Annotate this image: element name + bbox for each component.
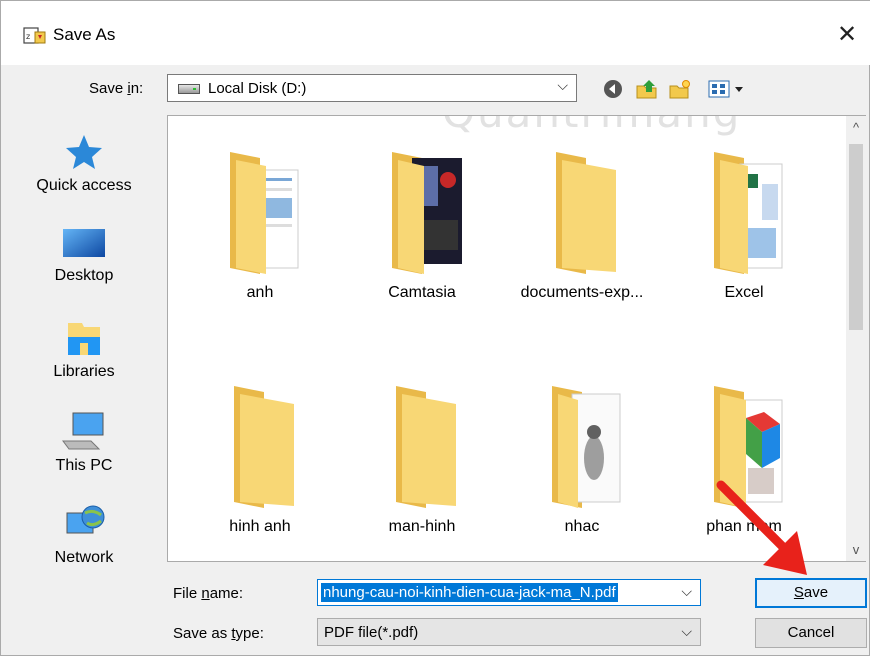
places-sidebar: Quick access Desktop Libraries This PC N…	[13, 115, 155, 590]
save-in-label: Save in:	[89, 80, 143, 97]
view-menu-icon[interactable]	[707, 78, 751, 100]
close-icon: ✕	[836, 21, 858, 48]
libraries-icon	[68, 323, 100, 355]
folder-name: documents-exp...	[520, 284, 644, 301]
save-in-label-text: Save	[89, 80, 128, 97]
folder-name: hinh anh	[229, 518, 291, 535]
folder-item[interactable]: man-hinh	[352, 368, 492, 548]
sidebar-item-label: Desktop	[54, 267, 114, 284]
file-name-input[interactable]: nhung-cau-noi-kinh-dien-cua-jack-ma_N.pd…	[317, 579, 701, 606]
folder-item[interactable]: Camtasia	[352, 134, 492, 314]
save-in-dropdown[interactable]: Local Disk (D:) ⌵	[167, 74, 577, 102]
save-as-type-label: Save as type:	[173, 625, 264, 642]
folder-name: nhac	[564, 518, 600, 535]
sidebar-item-label: This PC	[55, 457, 113, 474]
up-folder-icon[interactable]	[635, 78, 659, 100]
file-name-label: File name:	[173, 585, 243, 602]
file-name-label-text-end: ame:	[209, 585, 244, 602]
scroll-down-icon[interactable]: v	[846, 542, 866, 557]
sidebar-item-label: Libraries	[53, 363, 115, 380]
drive-icon	[178, 84, 200, 94]
save-in-value: Local Disk (D:)	[208, 80, 307, 97]
folder-name: Excel	[724, 284, 764, 301]
save-in-label-text-end: n:	[130, 80, 144, 97]
sidebar-item-label: Network	[54, 549, 114, 566]
folder-with-image-icon	[552, 386, 621, 508]
title-bar: z Save As ✕	[1, 1, 870, 65]
folder-icon	[234, 386, 294, 508]
file-name-label-accesskey: n	[201, 585, 210, 602]
save-as-app-icon: z	[23, 27, 46, 44]
save-as-type-select[interactable]: PDF file(*.pdf) ⌵	[317, 618, 701, 646]
sidebar-item-network[interactable]: Network	[13, 503, 155, 567]
sidebar-item-libraries[interactable]: Libraries	[13, 319, 155, 381]
sidebar-item-desktop[interactable]: Desktop	[13, 227, 155, 285]
folder-name: Camtasia	[388, 284, 456, 301]
folder-item[interactable]: hinh anh	[190, 368, 330, 548]
sidebar-item-label: Quick access	[36, 177, 132, 194]
computer-icon	[62, 412, 104, 450]
save-as-type-value: PDF file(*.pdf)	[324, 624, 419, 641]
folder-name: man-hinh	[388, 518, 456, 535]
sidebar-item-this-pc[interactable]: This PC	[13, 411, 155, 475]
cancel-button[interactable]: Cancel	[755, 618, 867, 648]
close-button[interactable]: ✕	[829, 19, 865, 51]
desktop-icon	[63, 229, 105, 257]
folder-with-documents-icon	[230, 152, 299, 274]
folder-with-spreadsheets-icon	[714, 152, 783, 274]
folder-icon	[556, 152, 616, 274]
network-icon	[66, 505, 105, 534]
annotation-arrow-icon	[716, 480, 807, 575]
folder-with-media-icon	[392, 152, 462, 274]
dialog-title: Save As	[53, 25, 116, 44]
vertical-scrollbar[interactable]: ^ v	[846, 115, 866, 562]
folder-icon	[396, 386, 456, 508]
folder-name: anh	[246, 284, 274, 301]
folder-item[interactable]: anh	[190, 134, 330, 314]
chevron-down-icon[interactable]: ⌵	[681, 583, 692, 600]
folder-item[interactable]: nhac	[512, 368, 652, 548]
save-as-dialog: z Save As ✕ Save in: Local Disk (D:) ⌵ Q…	[0, 0, 870, 656]
star-icon	[66, 135, 102, 169]
folder-item[interactable]: Excel	[674, 134, 814, 314]
chevron-down-icon: ⌵	[681, 623, 692, 639]
save-as-type-label-text-end: ype:	[235, 625, 264, 642]
sidebar-item-quick-access[interactable]: Quick access	[13, 133, 155, 195]
file-name-label-text: File	[173, 585, 202, 602]
back-icon[interactable]	[601, 78, 625, 100]
chevron-down-icon: ⌵	[557, 77, 568, 93]
scroll-thumb[interactable]	[849, 144, 863, 330]
new-folder-icon[interactable]	[668, 78, 692, 100]
svg-text:z: z	[26, 32, 30, 41]
scroll-up-icon[interactable]: ^	[846, 120, 866, 135]
file-name-value: nhung-cau-noi-kinh-dien-cua-jack-ma_N.pd…	[321, 583, 618, 602]
save-as-type-label-text: Save as	[173, 625, 232, 642]
folder-item[interactable]: documents-exp...	[512, 134, 652, 314]
